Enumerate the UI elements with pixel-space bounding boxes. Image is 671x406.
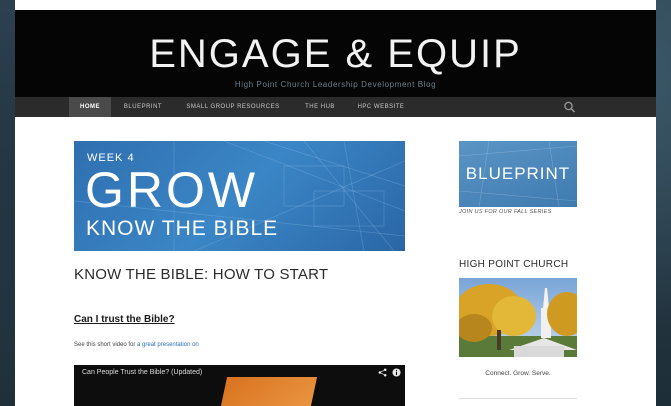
hero-subline: KNOW THE BIBLE (86, 217, 279, 240)
main-navigation: HOME BLUEPRINT SMALL GROUP RESOURCES THE… (15, 97, 656, 117)
blueprint-banner[interactable]: BLUEPRINT (459, 141, 577, 207)
post-body-text: See this short video for a great present… (74, 342, 199, 348)
site-header: ENGAGE & EQUIP High Point Church Leaders… (15, 10, 656, 97)
post-subheading: Can I trust the Bible? (74, 314, 175, 325)
share-icon[interactable] (378, 368, 387, 377)
banner-caption: JOIN US FOR OUR FALL SERIES (459, 209, 552, 215)
embedded-video[interactable]: Can People Trust the Bible? (Updated) (74, 365, 405, 406)
site-title[interactable]: ENGAGE & EQUIP (15, 32, 656, 76)
nav-item-the-hub[interactable]: THE HUB (297, 97, 343, 117)
nav-item-blueprint[interactable]: BLUEPRINT (115, 97, 171, 117)
body-link[interactable]: a great presentation on (137, 342, 199, 348)
featured-image[interactable]: WEEK 4 GROW KNOW THE BIBLE (74, 141, 405, 251)
search-icon[interactable] (563, 101, 577, 113)
site-container: ENGAGE & EQUIP High Point Church Leaders… (15, 0, 656, 406)
nav-item-home[interactable]: HOME (69, 97, 111, 117)
nav-item-hpc-website[interactable]: HPC WEBSITE (351, 97, 411, 117)
church-photo-art (459, 284, 577, 357)
body-text-prefix: See this short video for (74, 342, 138, 348)
site-description: High Point Church Leadership Development… (234, 80, 437, 89)
hero-headline: GROW (85, 162, 259, 218)
nav-item-small-group-resources[interactable]: SMALL GROUP RESOURCES (177, 97, 289, 117)
church-photo[interactable] (459, 278, 577, 357)
video-thumbnail (220, 377, 318, 406)
sidebar-divider (459, 398, 577, 399)
photo-caption: Connect. Grow. Serve. (485, 370, 551, 377)
post-title[interactable]: KNOW THE BIBLE: HOW TO START (74, 266, 328, 283)
video-title[interactable]: Can People Trust the Bible? (Updated) (82, 369, 202, 376)
banner-title: BLUEPRINT (465, 164, 571, 183)
widget-title: HIGH POINT CHURCH (459, 259, 569, 270)
info-icon[interactable] (392, 368, 401, 377)
